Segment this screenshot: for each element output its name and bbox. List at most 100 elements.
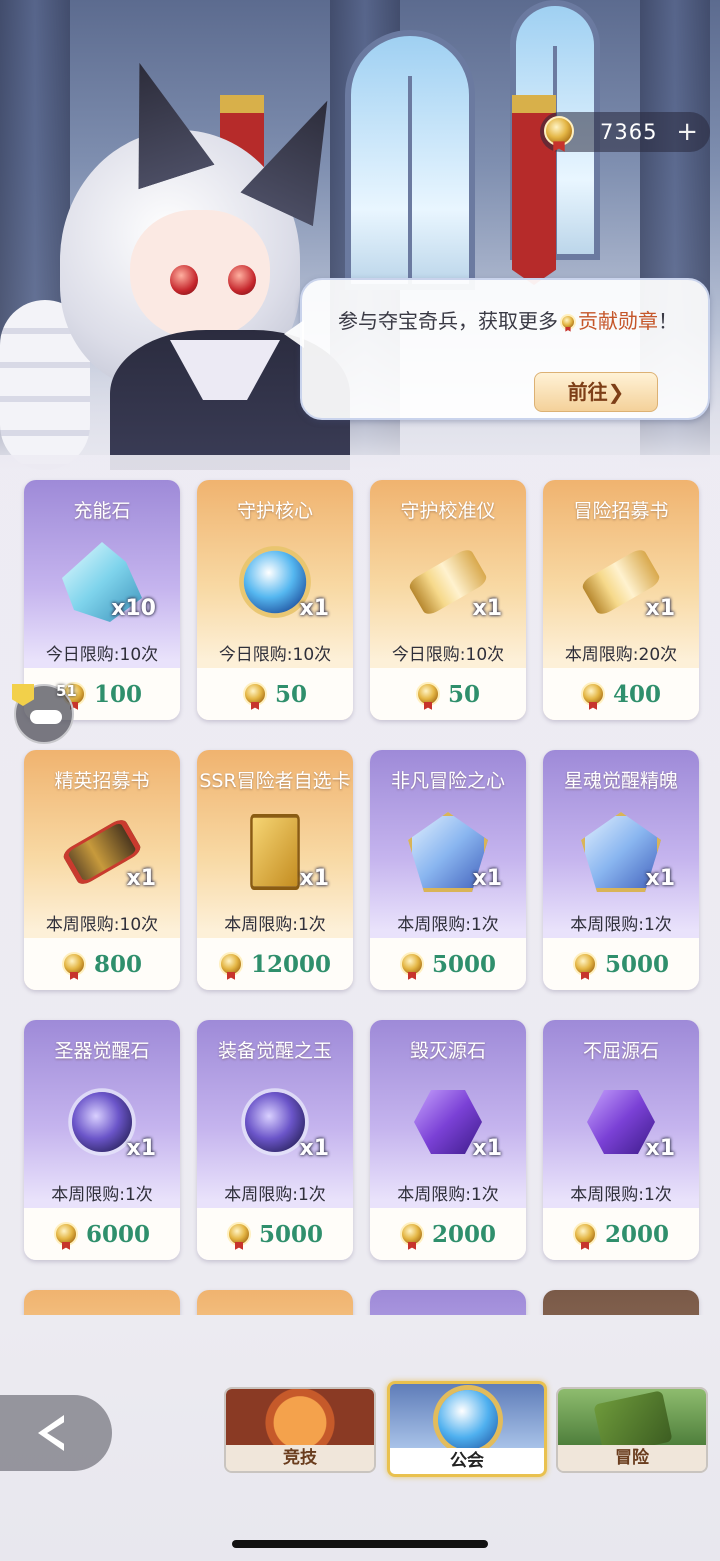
contribution-medal-icon (218, 952, 243, 976)
shop-item-card[interactable]: 不屈源石 x1 本周限购:1次 2000 (543, 1020, 699, 1260)
price-bar: 6000 (24, 1208, 180, 1260)
shop-item-card[interactable]: 精英招募书 x1 本周限购:10次 800 (24, 750, 180, 990)
item-quantity: x1 (299, 1136, 330, 1161)
shop-item-card[interactable]: 圣器觉醒石 x1 本周限购:1次 6000 (24, 1020, 180, 1260)
item-price: 5000 (258, 1220, 323, 1248)
tab-adventure[interactable]: 冒险 (556, 1387, 708, 1473)
contribution-medal-icon (415, 682, 440, 706)
price-bar: 50 (370, 668, 526, 720)
contribution-medal-icon (544, 116, 574, 146)
item-price: 800 (93, 950, 142, 978)
shop-item-card[interactable]: 非凡冒险之心 x1 本周限购:1次 5000 (370, 750, 526, 990)
contribution-medal-icon (61, 952, 86, 976)
contribution-medal-icon (399, 952, 424, 976)
item-quantity: x1 (472, 596, 503, 621)
item-name: 守护核心 (236, 500, 313, 522)
purchase-limit: 今日限购:10次 (391, 645, 505, 665)
item-price: 50 (447, 680, 480, 708)
chat-count: 51 (56, 682, 77, 700)
character-eye (228, 265, 256, 295)
shop-grid: 充能石 x10 今日限购:10次 100 守护核心 x1 今日限购:10次 50… (0, 455, 720, 1315)
item-quantity: x1 (126, 1136, 157, 1161)
shop-item-card-partial[interactable] (370, 1290, 526, 1315)
npc-dialog: 参与夺宝奇兵，获取更多 贡献勋章！ 前往❯ (284, 278, 710, 420)
dialog-highlight: 贡献勋章 (578, 309, 658, 333)
shop-item-card[interactable]: 冒险招募书 x1 本周限购:20次 400 (543, 480, 699, 720)
contribution-medal-icon (399, 1222, 424, 1246)
contribution-medal-icon (53, 1222, 78, 1246)
price-bar: 800 (24, 938, 180, 990)
currency-counter: 7365 + (540, 112, 710, 152)
item-name: 不屈源石 (582, 1040, 659, 1062)
shop-item-card-partial[interactable] (24, 1290, 180, 1315)
item-name: 星魂觉醒精魄 (563, 770, 678, 792)
item-quantity: x1 (472, 1136, 503, 1161)
goto-button-label: 前往 (567, 380, 608, 404)
dialog-text-main: 参与夺宝奇兵，获取更多 (338, 309, 558, 333)
purchase-limit: 本周限购:1次 (570, 915, 672, 935)
shop-item-card[interactable]: 毁灭源石 x1 本周限购:1次 2000 (370, 1020, 526, 1260)
purchase-limit: 本周限购:1次 (224, 1185, 326, 1205)
purchase-limit: 今日限购:10次 (45, 645, 159, 665)
item-quantity: x1 (472, 866, 503, 891)
item-price: 5000 (431, 950, 496, 978)
currency-amount: 7365 (600, 120, 658, 144)
shop-item-card[interactable]: SSR冒险者自选卡 x1 本周限购:1次 12000 (197, 750, 353, 990)
item-price: 2000 (604, 1220, 669, 1248)
item-name: 充能石 (73, 500, 131, 522)
item-name: 冒险招募书 (573, 500, 669, 522)
add-currency-button[interactable]: + (676, 119, 698, 145)
arena-emblem-icon (226, 1389, 374, 1445)
price-bar: 12000 (197, 938, 353, 990)
shop-item-card[interactable]: 星魂觉醒精魄 x1 本周限购:1次 5000 (543, 750, 699, 990)
shop-item-card-partial[interactable] (197, 1290, 353, 1315)
tab-arena[interactable]: 竞技 (224, 1387, 376, 1473)
dialog-text-end: ！ (658, 309, 678, 333)
tab-guild[interactable]: 公会 (387, 1381, 547, 1477)
purchase-limit: 本周限购:20次 (564, 645, 678, 665)
item-name: 非凡冒险之心 (390, 770, 505, 792)
item-quantity: x1 (645, 866, 676, 891)
rank-badge-icon (12, 684, 34, 706)
item-price: 50 (274, 680, 307, 708)
jade-orb-icon (245, 1092, 305, 1152)
purchase-limit: 本周限购:1次 (397, 915, 499, 935)
item-price: 400 (612, 680, 661, 708)
adventure-book-icon (558, 1389, 706, 1445)
shop-item-card-partial[interactable] (543, 1290, 699, 1315)
bottom-nav: 竞技 公会 冒险 (0, 1315, 720, 1561)
item-price: 6000 (85, 1220, 150, 1248)
tab-label: 公会 (390, 1448, 544, 1474)
contribution-medal-icon (580, 682, 605, 706)
shop-item-card[interactable]: 守护核心 x1 今日限购:10次 50 (197, 480, 353, 720)
item-name: 装备觉醒之玉 (217, 1040, 332, 1062)
contribution-medal-icon (572, 1222, 597, 1246)
purchase-limit: 本周限购:1次 (570, 1185, 672, 1205)
chevron-right-icon: ❯ (607, 380, 625, 404)
contribution-medal-icon (242, 682, 267, 706)
contribution-medal-icon (572, 952, 597, 976)
price-bar: 5000 (543, 938, 699, 990)
price-bar: 50 (197, 668, 353, 720)
dialog-text: 参与夺宝奇兵，获取更多 贡献勋章！ (338, 306, 678, 336)
item-quantity: x1 (299, 866, 330, 891)
tab-label: 竞技 (226, 1445, 374, 1471)
shop-item-card[interactable]: 守护校准仪 x1 今日限购:10次 50 (370, 480, 526, 720)
back-button[interactable] (0, 1395, 112, 1471)
item-name: 圣器觉醒石 (54, 1040, 150, 1062)
item-price: 5000 (604, 950, 669, 978)
price-bar: 2000 (543, 1208, 699, 1260)
guild-orb-icon (390, 1384, 544, 1450)
character-eye (170, 265, 198, 295)
shop-item-card[interactable]: 装备觉醒之玉 x1 本周限购:1次 5000 (197, 1020, 353, 1260)
item-quantity: x1 (126, 866, 157, 891)
goto-button[interactable]: 前往❯ (534, 372, 658, 412)
price-bar: 2000 (370, 1208, 526, 1260)
purchase-limit: 本周限购:10次 (45, 915, 159, 935)
item-name: SSR冒险者自选卡 (199, 770, 351, 792)
chat-icon (30, 710, 62, 724)
contribution-medal-icon (226, 1222, 251, 1246)
price-bar: 5000 (197, 1208, 353, 1260)
card-icon (250, 814, 300, 890)
contribution-medal-icon (560, 314, 576, 330)
